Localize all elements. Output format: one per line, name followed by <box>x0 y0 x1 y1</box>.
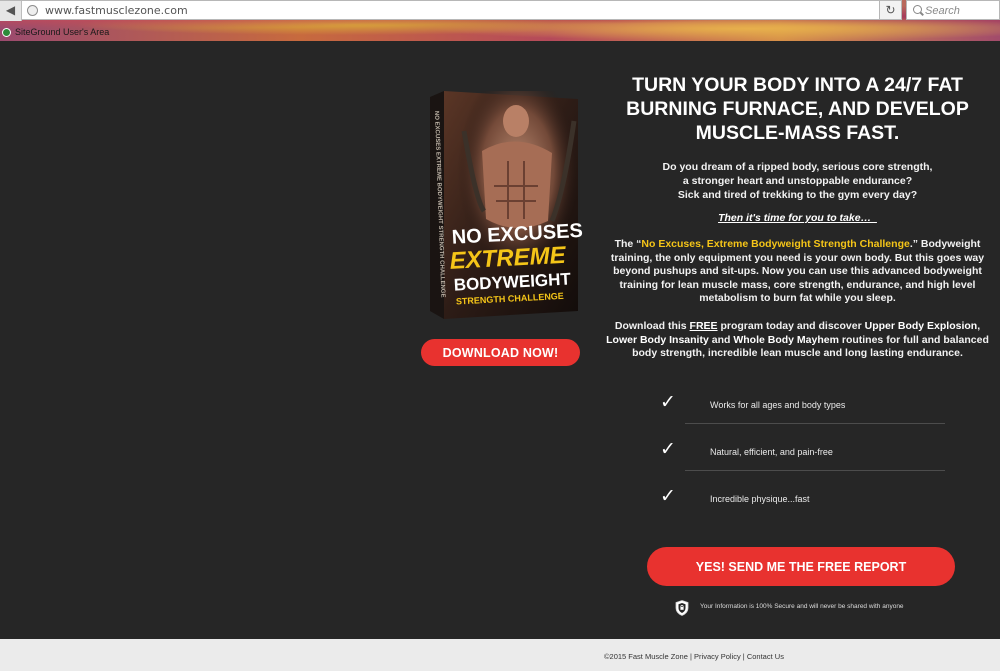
product-name: No Excuses, Extreme Bodyweight Strength … <box>641 238 910 250</box>
sales-copy: TURN YOUR BODY INTO A 24/7 FAT BURNING F… <box>605 73 990 361</box>
page-headline: TURN YOUR BODY INTO A 24/7 FAT BURNING F… <box>626 74 969 144</box>
checkmark-icon: ✓ <box>660 485 676 507</box>
ebook-cover-image: NO EXCUSES EXTREME BODYWEIGHT STRENGTH C… <box>430 91 583 319</box>
download-part1: Download this <box>614 319 690 332</box>
bookmark-siteground[interactable]: SiteGround User's Area <box>2 25 109 39</box>
search-icon <box>913 5 922 14</box>
shield-icon <box>675 600 689 616</box>
checkmark-icon: ✓ <box>660 391 676 413</box>
siteground-icon <box>2 27 11 37</box>
divider <box>685 423 945 424</box>
download-now-button[interactable]: DOWNLOAD NOW! <box>421 339 580 366</box>
list-item: ✓ Natural, efficient, and pain-free <box>657 434 947 481</box>
challenge-prefix: The “ <box>614 238 642 250</box>
copyright-text: ©2015 Fast Muscle Zone <box>604 652 688 661</box>
divider <box>685 470 945 471</box>
download-sep1: , <box>977 319 981 332</box>
globe-icon <box>27 5 38 16</box>
benefit-list: ✓ Works for all ages and body types ✓ Na… <box>657 387 947 528</box>
footer: ©2015 Fast Muscle Zone | Privacy Policy … <box>0 639 1000 671</box>
checkmark-icon: ✓ <box>660 438 676 460</box>
main-content: NO EXCUSES EXTREME BODYWEIGHT STRENGTH C… <box>0 41 1000 639</box>
footer-links: ©2015 Fast Muscle Zone | Privacy Policy … <box>604 652 784 661</box>
intro-text: Do you dream of a ripped body, serious c… <box>662 161 933 201</box>
secure-text: Your Information is 100% Secure and will… <box>700 603 904 610</box>
address-bar[interactable]: ◀ www.fastmusclezone.com <box>0 0 880 21</box>
browser-chrome: ◀ www.fastmusclezone.com ↻ SiteGround Us… <box>0 0 1000 41</box>
back-arrow-icon[interactable]: ◀ <box>0 1 22 21</box>
search-box[interactable] <box>906 0 1000 20</box>
program-upper: Upper Body Explosion <box>864 319 978 332</box>
reload-icon[interactable]: ↻ <box>880 0 902 20</box>
benefit-text: Works for all ages and body types <box>710 400 846 410</box>
url-text[interactable]: www.fastmusclezone.com <box>45 4 188 17</box>
free-word: FREE <box>689 319 718 332</box>
download-part3: and <box>708 333 734 346</box>
privacy-policy-link[interactable]: Privacy Policy <box>694 652 741 661</box>
bookmark-label: SiteGround User's Area <box>15 27 110 37</box>
benefit-text: Incredible physique...fast <box>710 494 810 504</box>
benefit-text: Natural, efficient, and pain-free <box>710 447 833 457</box>
list-item: ✓ Incredible physique...fast <box>657 481 947 528</box>
download-part2: program today and discover <box>717 319 865 332</box>
download-paragraph: Download this FREE program today and dis… <box>605 320 990 361</box>
list-item: ✓ Works for all ages and body types <box>657 387 947 434</box>
then-text: Then it's time for you to take… <box>718 212 877 224</box>
challenge-paragraph: The “No Excuses, Extreme Bodyweight Stre… <box>605 238 990 306</box>
security-notice: Your Information is 100% Secure and will… <box>673 600 963 616</box>
send-free-report-button[interactable]: YES! SEND ME THE FREE REPORT <box>647 547 955 586</box>
program-whole: Whole Body Mayhem <box>733 333 839 346</box>
search-input[interactable] <box>925 3 997 18</box>
ebook-cover: NO EXCUSES EXTREME BODYWEIGHT STRENGTH C… <box>424 91 584 321</box>
challenge-suffix: .” <box>909 238 918 250</box>
contact-us-link[interactable]: Contact Us <box>747 652 784 661</box>
program-lower: Lower Body Insanity <box>606 333 709 346</box>
